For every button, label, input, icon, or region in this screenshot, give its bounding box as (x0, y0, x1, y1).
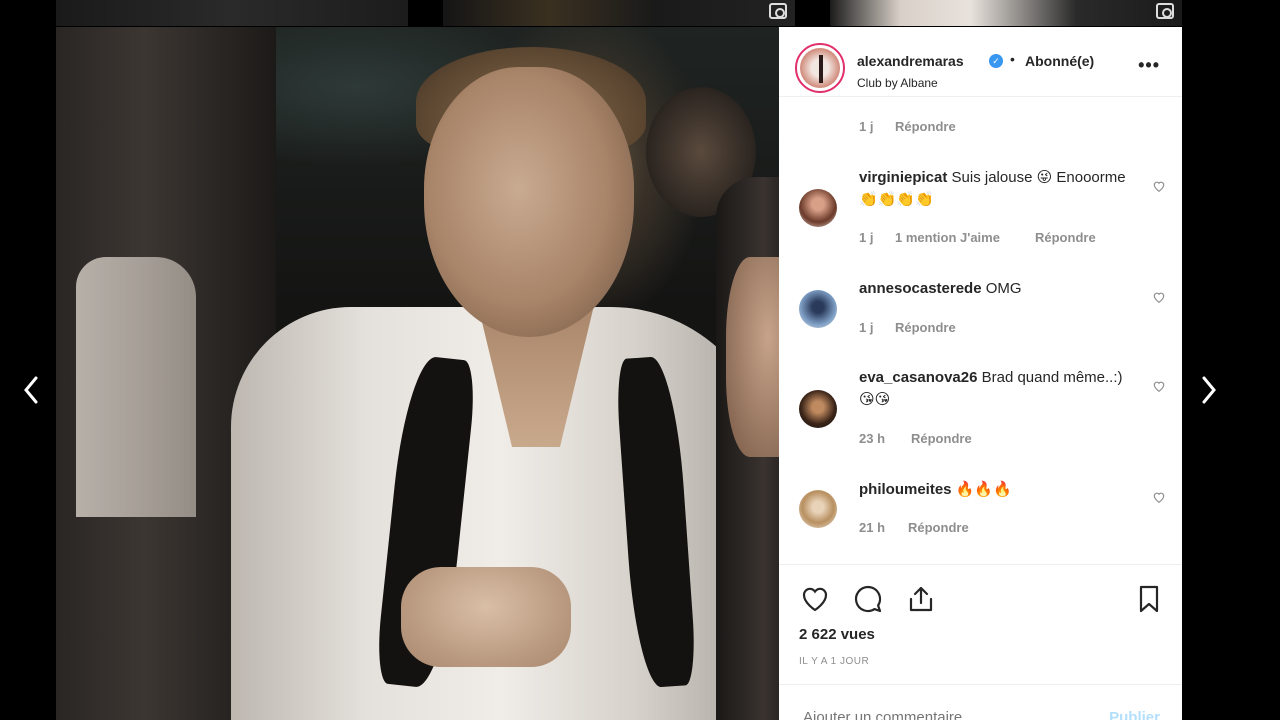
location-link[interactable]: Club by Albane (857, 76, 938, 90)
post-modal: alexandremaras ✓ • Abonné(e) Club by Alb… (56, 27, 1182, 720)
chevron-left-icon[interactable] (20, 372, 44, 408)
comment-form: Publier (779, 684, 1182, 720)
list-item: virginiepicat Suis jalouse 😜 Enooorme👏👏👏… (859, 167, 1129, 211)
list-item: philoumeites 🔥🔥🔥 (859, 479, 1129, 501)
share-icon[interactable] (905, 583, 937, 615)
reply-button[interactable]: Répondre (895, 119, 956, 134)
views-count[interactable]: 2 622 vues (799, 626, 875, 643)
comment-username[interactable]: philoumeites (859, 481, 952, 498)
comment-text: 🔥🔥🔥 (955, 481, 1012, 498)
heart-icon[interactable] (1152, 490, 1166, 504)
comment-time: 23 h (859, 431, 886, 446)
comment-time: 21 h (859, 520, 886, 535)
action-bar (779, 564, 1182, 613)
avatar[interactable] (799, 490, 837, 528)
heart-icon[interactable] (799, 583, 831, 615)
post-username[interactable]: alexandremaras (857, 53, 964, 69)
comment-time: 1 j (859, 230, 874, 245)
chevron-right-icon[interactable] (1196, 372, 1220, 408)
camera-icon (769, 3, 787, 19)
heart-icon[interactable] (1152, 379, 1166, 393)
more-icon[interactable]: ••• (1138, 55, 1160, 76)
avatar[interactable] (795, 43, 845, 93)
post-date: IL Y A 1 JOUR (799, 656, 870, 667)
list-item: eva_casanova26 Brad quand même..:) 😘😘 (859, 367, 1129, 411)
post-side-panel: alexandremaras ✓ • Abonné(e) Club by Alb… (779, 27, 1182, 720)
comment-username[interactable]: virginiepicat (859, 169, 947, 186)
reply-button[interactable]: Répondre (911, 431, 972, 446)
comment-text: OMG (985, 280, 1022, 297)
heart-icon[interactable] (1152, 290, 1166, 304)
heart-icon[interactable] (1152, 179, 1166, 193)
bookmark-icon[interactable] (1133, 583, 1165, 615)
post-video[interactable] (56, 27, 779, 720)
avatar[interactable] (799, 390, 837, 428)
separator: • (1010, 51, 1015, 67)
comment-time: 1 j (859, 320, 874, 335)
avatar[interactable] (799, 189, 837, 227)
grid-thumbnail[interactable] (830, 0, 1182, 26)
list-item: annesocasterede OMG (859, 278, 1129, 300)
follow-status-button[interactable]: Abonné(e) (1025, 53, 1094, 69)
comment-time: 1 j (859, 119, 874, 134)
reply-button[interactable]: Répondre (895, 320, 956, 335)
reply-button[interactable]: Répondre (1035, 230, 1096, 245)
comment-username[interactable]: eva_casanova26 (859, 369, 977, 386)
reply-button[interactable]: Répondre (908, 520, 969, 535)
publish-button[interactable]: Publier (1109, 709, 1160, 720)
grid-thumbnail[interactable] (443, 0, 795, 26)
comment-username[interactable]: annesocasterede (859, 280, 982, 297)
camera-icon (1156, 3, 1174, 19)
grid-thumbnail[interactable] (56, 0, 408, 26)
avatar[interactable] (799, 290, 837, 328)
comment-icon[interactable] (852, 583, 884, 615)
verified-icon: ✓ (989, 54, 1003, 68)
post-header: alexandremaras ✓ • Abonné(e) Club by Alb… (779, 27, 1182, 97)
comment-input[interactable] (803, 709, 1053, 720)
likes-count[interactable]: 1 mention J'aime (895, 230, 1000, 245)
